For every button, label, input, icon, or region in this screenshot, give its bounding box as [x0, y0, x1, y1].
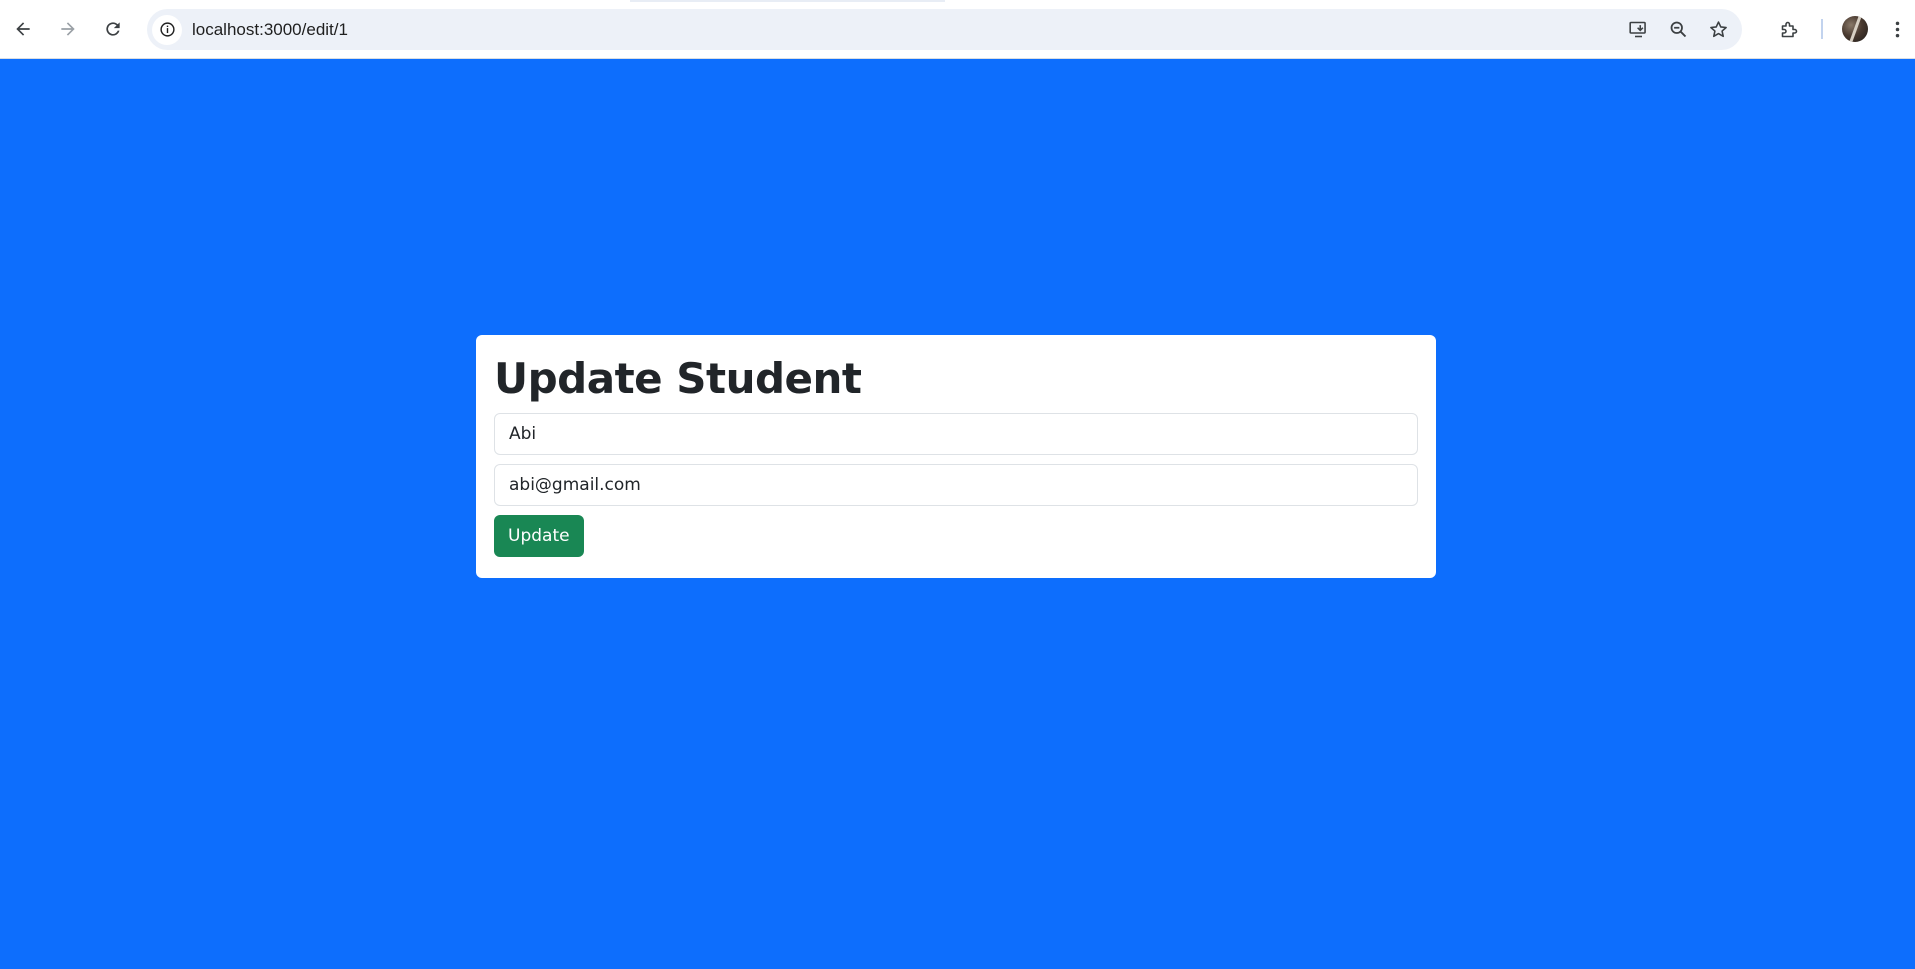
avatar [1842, 16, 1868, 42]
address-bar[interactable]: localhost:3000/edit/1 [147, 9, 1742, 50]
toolbar-divider [1821, 19, 1823, 39]
update-student-card: Update Student Update [476, 335, 1436, 578]
name-input[interactable] [494, 413, 1418, 455]
toolbar-right [1771, 11, 1915, 47]
update-button[interactable]: Update [494, 515, 584, 557]
star-icon [1709, 21, 1727, 38]
install-app-button[interactable] [1626, 18, 1650, 42]
profile-button[interactable] [1837, 11, 1873, 47]
extensions-button[interactable] [1771, 11, 1807, 47]
active-tab-indicator [630, 0, 945, 2]
forward-button[interactable] [50, 11, 86, 47]
zoom-button[interactable] [1666, 18, 1690, 42]
browser-menu-button[interactable] [1879, 11, 1915, 47]
zoom-out-icon [1670, 21, 1686, 38]
browser-toolbar: localhost:3000/edit/1 [0, 0, 1915, 59]
arrow-left-icon [16, 22, 30, 36]
puzzle-icon [1781, 21, 1797, 37]
url-text[interactable]: localhost:3000/edit/1 [192, 20, 348, 40]
back-button[interactable] [5, 11, 41, 47]
arrow-right-icon [61, 22, 75, 36]
more-vert-icon [1895, 21, 1899, 37]
info-icon [159, 22, 175, 37]
reload-button[interactable] [95, 11, 131, 47]
page-title: Update Student [494, 354, 862, 403]
address-bar-actions [1626, 9, 1730, 50]
reload-icon [106, 22, 120, 36]
install-app-icon [1628, 21, 1646, 38]
email-input[interactable] [494, 464, 1418, 506]
bookmark-button[interactable] [1706, 18, 1730, 42]
site-info-button[interactable] [152, 14, 182, 45]
